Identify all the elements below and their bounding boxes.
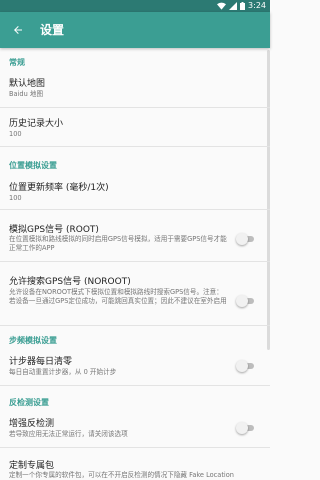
pref-history-size[interactable]: 历史记录大小 100 [0,108,270,145]
pref-title: 默认地图 [9,79,46,89]
pref-summary: 每日自动重置计步器，从 0 开始计步 [9,368,117,376]
battery-icon [240,2,246,10]
status-time: 3:24 [248,1,266,10]
status-bar: 3:24 [0,0,270,12]
pref-summary: 100 [9,130,22,138]
app-bar: 设置 [0,12,270,48]
switch-thumb [236,233,248,245]
pref-summary: 在位置模拟和路线模拟的同时启用GPS信号模拟，适用于需要GPS信号才能正常工作的… [9,235,227,252]
pref-default-map[interactable]: 默认地图 Baidu 地图 [0,70,270,106]
pref-title: 增强反检测 [9,419,55,429]
pref-summary: 允许设备在NOROOT模式下模拟位置和模拟路线时搜索GPS信号。注意：若设备一旦… [9,288,227,305]
page-title: 设置 [40,23,65,37]
pref-custom-package[interactable]: 定制专属包 定制一个你专属的软件包，可以在不开启反检测的情况下隐藏 Fake L… [0,448,270,480]
pref-update-frequency[interactable]: 位置更新频率 (毫秒/1次) 100 [0,172,270,208]
status-icons: 3:24 [217,1,266,11]
divider [0,146,270,147]
pref-title: 位置更新频率 (毫秒/1次) [9,183,109,193]
pref-gps-noroot[interactable]: 允许搜索GPS信号 (NOROOT) 允许设备在NOROOT模式下模拟位置和模拟… [0,262,270,324]
pref-title: 模拟GPS信号 (ROOT) [9,225,99,235]
section-header-anti-detect: 反检测设置 [9,398,49,407]
pref-summary: 定制一个你专属的软件包，可以在不开启反检测的情况下隐藏 Fake Locatio… [9,471,234,479]
enhance-detect-switch[interactable] [236,422,254,434]
switch-thumb [236,360,248,372]
gps-noroot-switch[interactable] [236,295,254,307]
back-button[interactable] [6,18,30,42]
pref-summary: 若导致应用无法正常运行，请关闭该选项 [9,430,128,438]
pref-summary: Baidu 地图 [9,90,44,98]
pref-title: 计步器每日清零 [9,357,73,367]
pref-step-reset[interactable]: 计步器每日清零 每日自动重置计步器，从 0 开始计步 [0,348,270,384]
step-reset-switch[interactable] [236,360,254,372]
switch-thumb [236,295,248,307]
pref-title: 历史记录大小 [9,119,64,129]
section-header-general: 常规 [9,58,25,67]
gps-root-switch[interactable] [236,233,254,245]
pref-title: 定制专属包 [9,461,55,471]
signal-icon [229,2,238,10]
section-header-step-sim: 步频模拟设置 [9,336,57,345]
wifi-icon [217,2,227,10]
section-header-location-sim: 位置模拟设置 [9,161,57,170]
pref-gps-root[interactable]: 模拟GPS信号 (ROOT) 在位置模拟和路线模拟的同时启用GPS信号模拟，适用… [0,210,270,260]
pref-enhance-detect[interactable]: 增强反检测 若导致应用无法正常运行，请关闭该选项 [0,410,270,446]
pref-title: 允许搜索GPS信号 (NOROOT) [9,277,131,287]
switch-thumb [236,422,248,434]
divider [0,385,270,386]
divider [0,325,270,326]
pref-summary: 100 [9,194,22,202]
arrow-back-icon [14,26,22,34]
settings-list[interactable]: 常规 默认地图 Baidu 地图 历史记录大小 100 位置模拟设置 位置更新频… [0,48,270,480]
